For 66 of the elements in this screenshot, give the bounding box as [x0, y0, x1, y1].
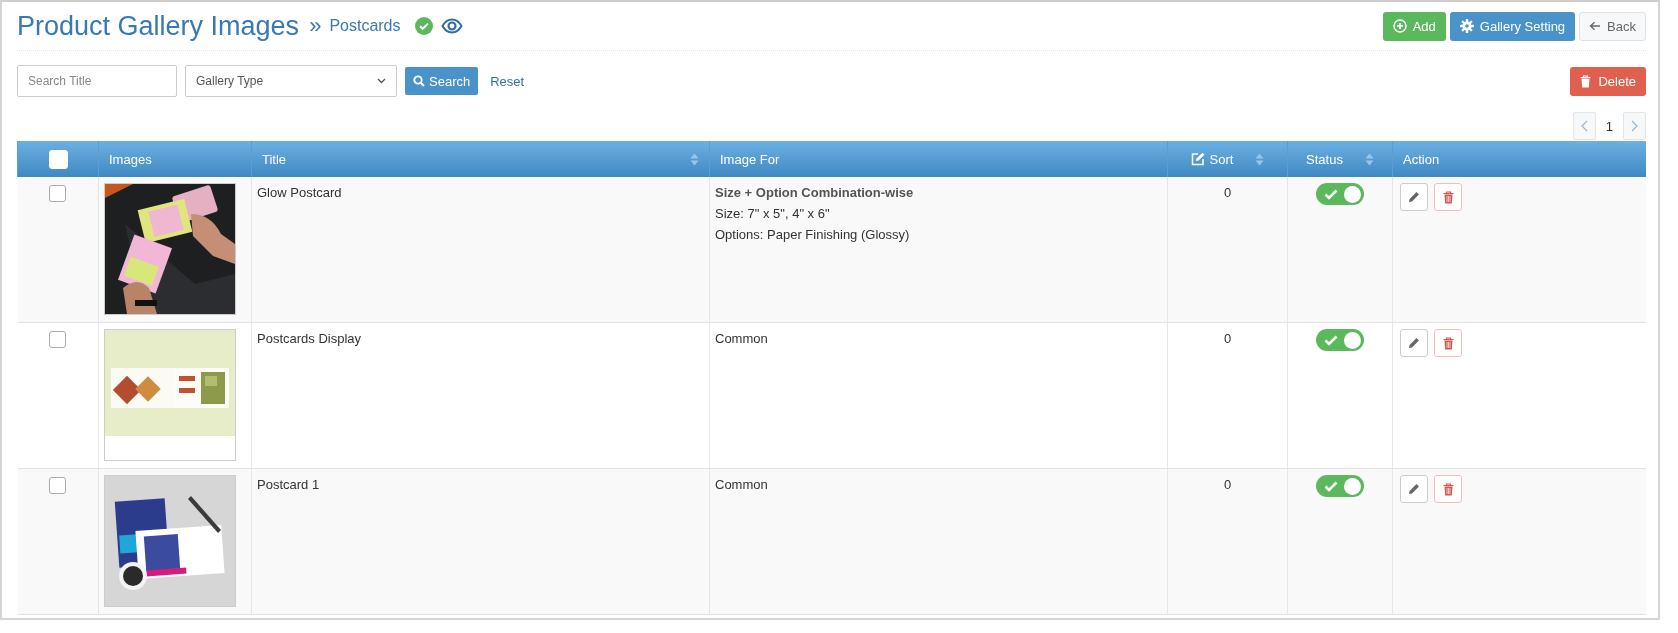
chevron-right-icon [1631, 120, 1638, 132]
trash-icon [1442, 190, 1454, 204]
table-cell: 0 [1223, 185, 1232, 200]
page-number[interactable]: 1 [1599, 118, 1619, 134]
sort-icon[interactable] [1255, 152, 1265, 166]
delete-row-button[interactable] [1434, 475, 1462, 503]
table-cell: Size: 7" x 5", 4" x 6" [715, 206, 830, 221]
trash-icon [1442, 482, 1454, 496]
pencil-icon [1408, 337, 1420, 349]
edit-button[interactable] [1400, 475, 1428, 503]
pencil-icon [1408, 483, 1420, 495]
pencil-icon [1408, 191, 1420, 203]
trash-icon [1442, 336, 1454, 350]
table-cell: Postcards Display [257, 331, 362, 346]
table-cell: Options: Paper Finishing (Glossy) [715, 227, 910, 242]
status-toggle[interactable] [1316, 475, 1364, 497]
check-icon [1324, 334, 1338, 346]
table-cell: 0 [1223, 477, 1232, 492]
select-all-checkbox[interactable] [48, 149, 68, 169]
status-toggle[interactable] [1316, 329, 1364, 351]
edit-button[interactable] [1400, 183, 1428, 211]
column-header: Action [1403, 151, 1440, 167]
search-icon [413, 75, 425, 87]
table-cell: Common [715, 477, 768, 492]
table-cell: Glow Postcard [257, 185, 342, 200]
breadcrumb-link[interactable]: Postcards [329, 17, 401, 35]
check-icon [1324, 480, 1338, 492]
add-button[interactable]: Add [1382, 11, 1446, 41]
edit-icon [1190, 152, 1205, 166]
left-arrow-icon [1589, 21, 1602, 31]
reset-link[interactable]: Reset [490, 73, 525, 89]
gallery-type-dropdown[interactable]: Gallery Type [185, 65, 397, 97]
status-toggle[interactable] [1316, 183, 1364, 205]
settings-button[interactable]: Gallery Setting [1449, 11, 1576, 41]
column-header: Image For [720, 151, 780, 167]
edit-button[interactable] [1400, 329, 1428, 357]
previous-page-button[interactable] [1572, 112, 1596, 140]
chevron-down-icon [377, 78, 386, 84]
next-page-button[interactable] [1623, 112, 1646, 140]
row-checkbox[interactable] [49, 185, 67, 202]
chevron-left-icon [1580, 120, 1588, 132]
table-cell: Postcard 1 [257, 477, 320, 492]
sort-icon[interactable] [690, 152, 699, 166]
search-button[interactable]: Search [405, 67, 479, 95]
table-cell: Common [715, 331, 768, 346]
table-cell: 0 [1223, 331, 1232, 346]
page-title: Product Gallery Images [17, 10, 300, 42]
trash-icon [1580, 74, 1592, 88]
plus-circle-icon [1392, 19, 1407, 33]
settings-icon [1459, 19, 1474, 33]
row-checkbox[interactable] [49, 477, 67, 494]
back-button[interactable]: Back [1579, 11, 1646, 41]
cell-heading: Size + Option Combination-wise [715, 185, 914, 200]
check-icon [1324, 188, 1338, 200]
delete-row-button[interactable] [1434, 329, 1462, 357]
breadcrumb-separator: » [309, 13, 322, 39]
column-header[interactable]: Status [1306, 151, 1343, 167]
column-header: Images [109, 151, 152, 167]
sort-icon[interactable] [1364, 152, 1374, 166]
eye-icon[interactable] [440, 18, 463, 34]
column-header[interactable]: Title [262, 151, 287, 167]
row-checkbox[interactable] [49, 331, 67, 348]
delete-row-button[interactable] [1434, 183, 1462, 211]
search-field[interactable]: Search Title [17, 65, 177, 97]
delete-button[interactable]: Delete [1570, 66, 1646, 96]
column-header[interactable]: Sort [1190, 151, 1234, 167]
